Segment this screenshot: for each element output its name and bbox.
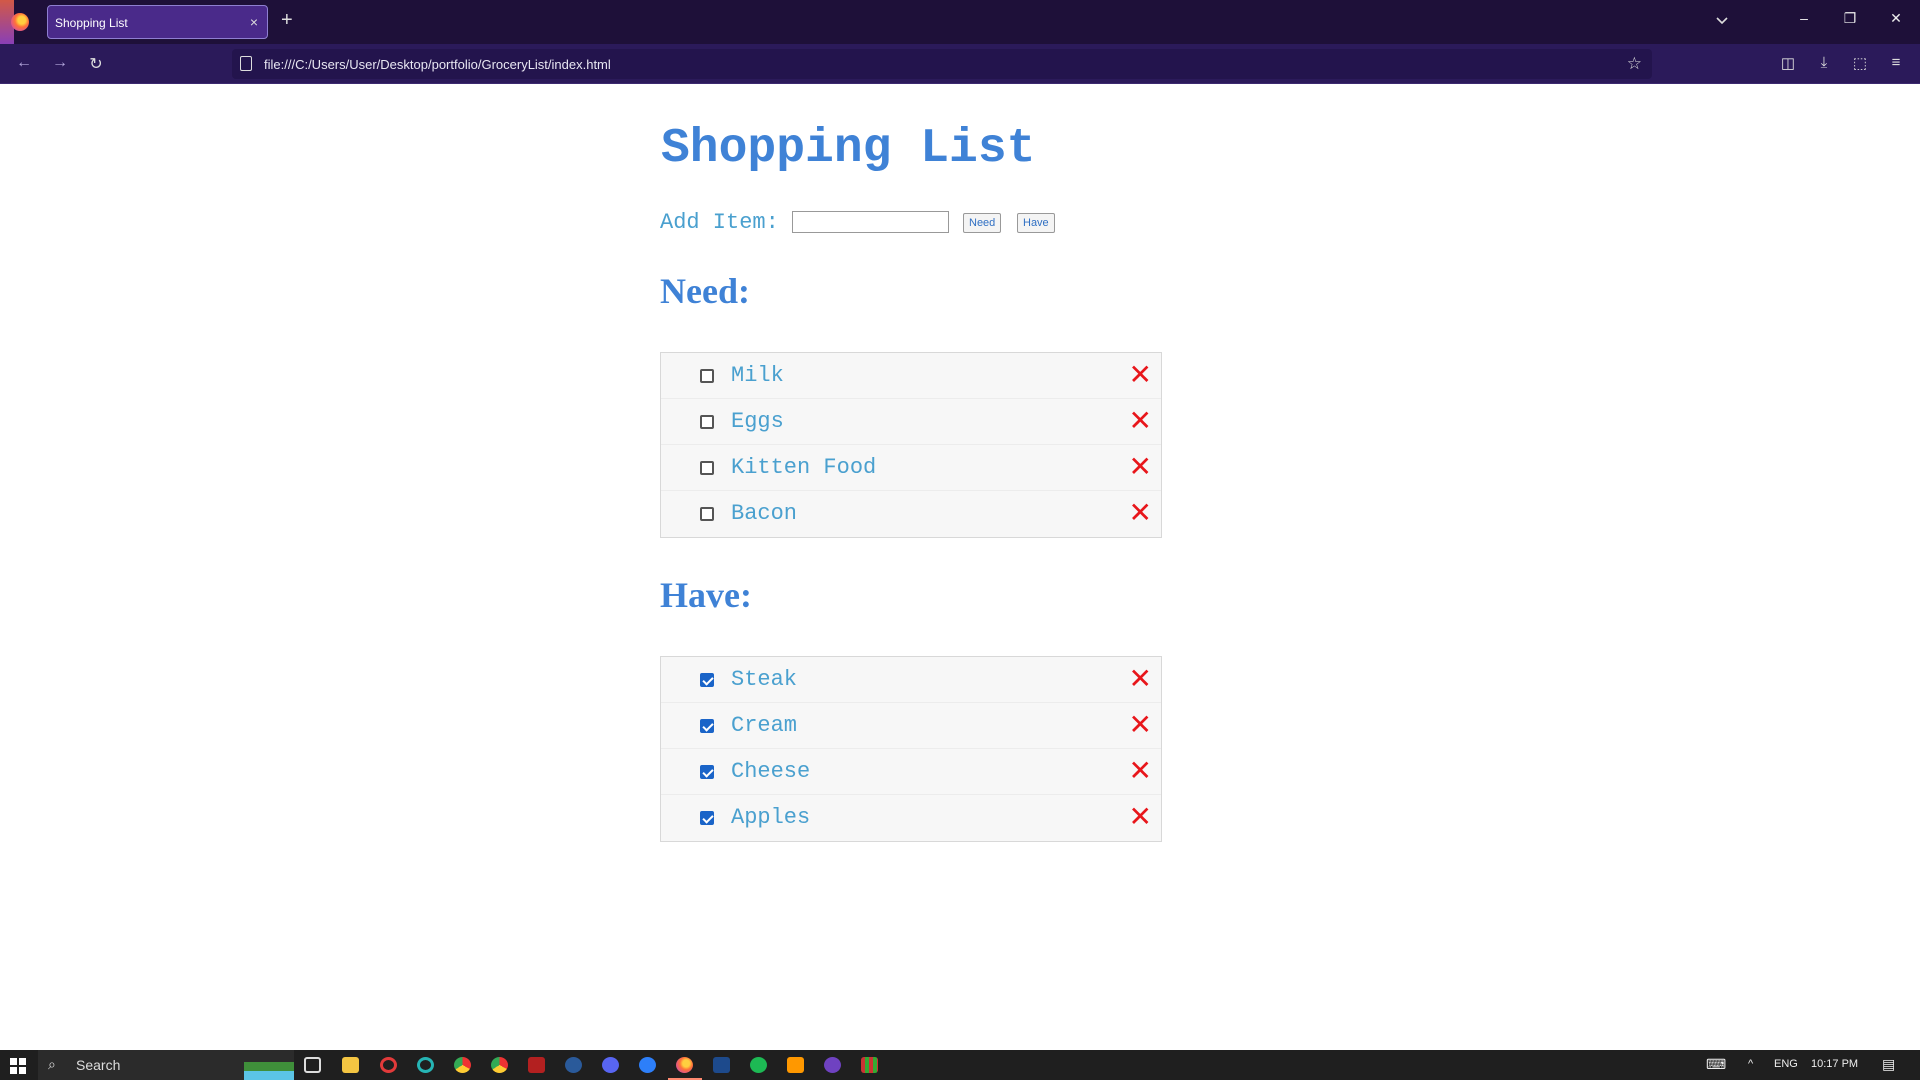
item-label: Cheese — [731, 759, 811, 784]
restore-button[interactable]: ❐ — [1840, 10, 1860, 27]
page-icon — [240, 56, 252, 71]
item-label: Apples — [731, 805, 811, 830]
list-item: Kitten Food ✕ — [661, 445, 1161, 491]
chrome-profile-icon[interactable] — [491, 1057, 508, 1073]
have-heading: Have: — [660, 575, 752, 615]
url-bar[interactable]: file:///C:/Users/User/Desktop/portfolio/… — [232, 49, 1652, 79]
item-checkbox[interactable] — [700, 811, 714, 825]
item-checkbox[interactable] — [700, 369, 714, 383]
keyboard-icon[interactable]: ⌨ — [1706, 1056, 1726, 1073]
item-label: Kitten Food — [731, 455, 877, 480]
firefox-logo-icon[interactable] — [11, 13, 29, 31]
dota-icon[interactable] — [528, 1057, 545, 1073]
pocket-icon[interactable]: ◫ — [1778, 54, 1798, 72]
menu-icon[interactable]: ≡ — [1886, 54, 1906, 71]
close-window-button[interactable]: ✕ — [1886, 10, 1906, 27]
page-title: Shopping List — [661, 122, 1036, 176]
search-icon: ⌕ — [48, 1056, 56, 1072]
item-label: Eggs — [731, 409, 784, 434]
delete-item-icon[interactable]: ✕ — [1129, 453, 1152, 481]
windows-start-icon[interactable] — [10, 1058, 26, 1074]
need-button[interactable]: Need — [963, 213, 1002, 233]
list-item: Bacon ✕ — [661, 491, 1161, 537]
delete-item-icon[interactable]: ✕ — [1129, 499, 1152, 527]
taskbar-search[interactable]: ⌕ Search — [38, 1050, 294, 1080]
item-checkbox[interactable] — [700, 415, 714, 429]
list-item: Cheese ✕ — [661, 749, 1161, 795]
downloads-icon[interactable]: ⤓ — [1814, 54, 1834, 71]
bookmark-star-icon[interactable]: ☆ — [1627, 54, 1642, 74]
reload-button[interactable]: ↻ — [86, 54, 106, 74]
item-label: Milk — [731, 363, 784, 388]
back-button[interactable]: ← — [14, 54, 34, 72]
list-item: Cream ✕ — [661, 703, 1161, 749]
tab-close-icon[interactable]: × — [250, 14, 258, 30]
list-item: Steak ✕ — [661, 657, 1161, 703]
item-checkbox[interactable] — [700, 461, 714, 475]
sublime-icon[interactable] — [787, 1057, 804, 1073]
item-label: Bacon — [731, 501, 798, 526]
app-circle-icon[interactable] — [417, 1057, 434, 1073]
search-highlight-art — [244, 1050, 294, 1080]
search-placeholder: Search — [76, 1057, 121, 1073]
navigation-bar: ← → ↻ file:///C:/Users/User/Desktop/port… — [0, 44, 1920, 84]
extensions-icon[interactable]: ⬚ — [1850, 54, 1870, 72]
tab-title: Shopping List — [55, 16, 128, 30]
new-tab-button[interactable]: + — [281, 10, 293, 30]
add-item-label: Add Item: — [660, 210, 779, 235]
have-button[interactable]: Have — [1017, 213, 1055, 233]
browser-tab-bar: Shopping List × + – ❐ ✕ — [0, 0, 1920, 44]
minimize-button[interactable]: – — [1794, 10, 1814, 26]
item-checkbox[interactable] — [700, 673, 714, 687]
discord-icon[interactable] — [602, 1057, 619, 1073]
need-list: Milk ✕ Eggs ✕ Kitten Food ✕ Bacon ✕ — [660, 352, 1162, 538]
file-explorer-icon[interactable] — [342, 1057, 359, 1073]
item-checkbox[interactable] — [700, 765, 714, 779]
item-checkbox[interactable] — [700, 719, 714, 733]
list-item: Eggs ✕ — [661, 399, 1161, 445]
delete-item-icon[interactable]: ✕ — [1129, 803, 1152, 831]
delete-item-icon[interactable]: ✕ — [1129, 665, 1152, 693]
need-heading: Need: — [660, 271, 750, 311]
chrome-icon[interactable] — [454, 1057, 471, 1073]
delete-item-icon[interactable]: ✕ — [1129, 711, 1152, 739]
zoom-icon[interactable] — [639, 1057, 656, 1073]
show-hidden-icons-icon[interactable]: ^ — [1748, 1058, 1753, 1070]
opera-icon[interactable] — [380, 1057, 397, 1073]
firefox-taskbar-icon[interactable] — [676, 1057, 693, 1073]
github-icon[interactable] — [824, 1057, 841, 1073]
delete-item-icon[interactable]: ✕ — [1129, 757, 1152, 785]
url-text[interactable]: file:///C:/Users/User/Desktop/portfolio/… — [264, 57, 611, 72]
language-indicator[interactable]: ENG — [1774, 1058, 1798, 1070]
notification-icon[interactable]: ▤ — [1882, 1056, 1895, 1073]
tab-shopping-list[interactable]: Shopping List × — [47, 5, 268, 39]
have-list: Steak ✕ Cream ✕ Cheese ✕ Apples ✕ — [660, 656, 1162, 842]
delete-item-icon[interactable]: ✕ — [1129, 361, 1152, 389]
spotify-icon[interactable] — [750, 1057, 767, 1073]
item-label: Steak — [731, 667, 798, 692]
editor-icon[interactable] — [713, 1057, 730, 1073]
forward-button[interactable]: → — [50, 54, 70, 72]
winrar-icon[interactable] — [861, 1057, 878, 1073]
list-item: Apples ✕ — [661, 795, 1161, 841]
windows-taskbar: ⌕ Search ⌨ ^ ENG 10:17 PM ▤ — [0, 1050, 1920, 1080]
task-view-icon[interactable] — [304, 1057, 321, 1073]
add-item-input[interactable] — [792, 211, 949, 233]
list-item: Milk ✕ — [661, 353, 1161, 399]
item-label: Cream — [731, 713, 798, 738]
clock[interactable]: 10:17 PM — [1811, 1058, 1858, 1070]
steam-icon[interactable] — [565, 1057, 582, 1073]
delete-item-icon[interactable]: ✕ — [1129, 407, 1152, 435]
item-checkbox[interactable] — [700, 507, 714, 521]
list-all-tabs-icon[interactable] — [1714, 12, 1730, 28]
